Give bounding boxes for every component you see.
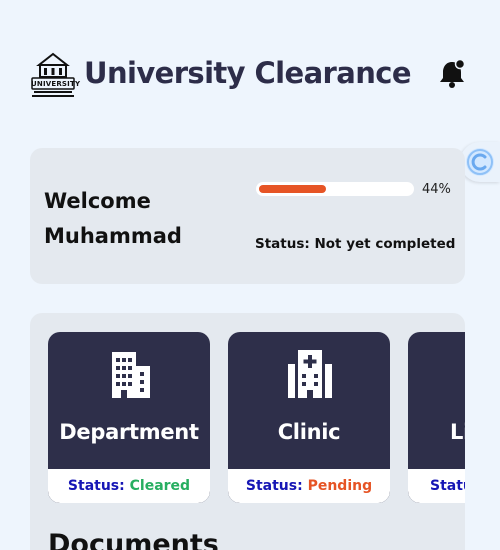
documents-heading: Documents bbox=[48, 529, 219, 550]
app-title: University Clearance bbox=[84, 56, 412, 90]
unit-card-clinic[interactable]: Clinic Status: Pending bbox=[228, 332, 390, 503]
progress-percentage: 44% bbox=[422, 182, 451, 197]
unit-name: Department bbox=[59, 420, 199, 444]
greeting-line: Welcome bbox=[44, 189, 151, 213]
clearance-progress-bar bbox=[256, 182, 414, 196]
assistant-icon bbox=[467, 149, 493, 175]
notification-bell-icon[interactable] bbox=[438, 58, 466, 88]
logo-label: UNIVERSITY bbox=[31, 80, 81, 88]
status-label: Status: bbox=[245, 478, 303, 494]
status-label: Status: bbox=[430, 478, 465, 494]
student-name: Muhammad bbox=[44, 224, 182, 248]
unit-card-department[interactable]: Department Status: Cleared bbox=[48, 332, 210, 503]
welcome-greeting: Welcome Muhammad bbox=[44, 184, 182, 254]
unit-status: Status: Cleared bbox=[48, 469, 210, 503]
status-value: Cleared bbox=[129, 478, 191, 494]
unit-status: Status: Pending bbox=[228, 469, 390, 503]
unit-name: Clinic bbox=[277, 420, 341, 444]
progress-fill bbox=[259, 185, 326, 193]
welcome-card: Welcome Muhammad 44% Status: Not yet com… bbox=[30, 148, 465, 284]
floating-assistant-button[interactable] bbox=[460, 142, 500, 182]
university-logo-icon bbox=[31, 52, 75, 97]
unit-card-library[interactable]: Libra Status: Pe bbox=[408, 332, 465, 503]
app-header: UNIVERSITY University Clearance bbox=[30, 52, 470, 102]
unit-name: Libra bbox=[450, 420, 465, 444]
unit-status: Status: Pe bbox=[408, 469, 465, 503]
status-value: Pending bbox=[307, 478, 373, 494]
overall-status: Status: Not yet completed bbox=[255, 236, 456, 252]
clearance-units-panel: Department Status: Cleared Clinic Status… bbox=[30, 313, 465, 550]
status-label: Status: bbox=[67, 478, 125, 494]
hospital-icon bbox=[288, 350, 332, 398]
office-building-icon bbox=[112, 352, 150, 398]
